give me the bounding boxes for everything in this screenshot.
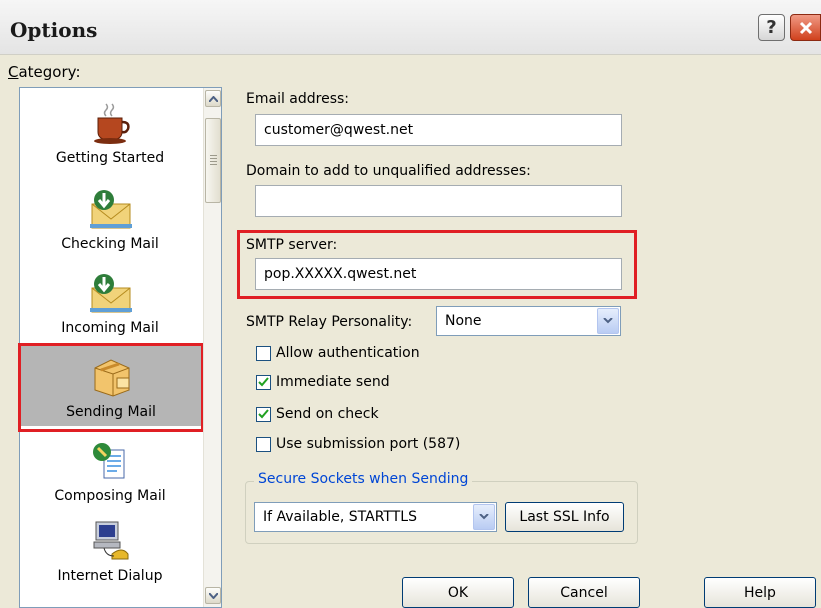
use-submission-port-checkbox[interactable]: Use submission port (587) (256, 436, 460, 452)
checkbox-box[interactable] (256, 374, 271, 390)
category-item-checking-mail[interactable]: Checking Mail (20, 188, 200, 252)
category-item-label: Checking Mail (61, 236, 159, 252)
chevron-down-icon (479, 514, 489, 520)
category-item-getting-started[interactable]: Getting Started (20, 102, 200, 166)
allow-authentication-checkbox[interactable]: Allow authentication (256, 345, 420, 361)
package-icon (94, 359, 130, 397)
category-item-sending-mail[interactable]: Sending Mail (21, 346, 201, 426)
ssl-group-title: Secure Sockets when Sending (254, 471, 473, 487)
help-icon: ? (766, 17, 777, 38)
category-label: Category: (8, 63, 81, 81)
relay-personality-select[interactable]: None (436, 306, 621, 336)
category-item-label: Internet Dialup (57, 568, 163, 584)
category-item-composing-mail[interactable]: Composing Mail (20, 440, 200, 504)
category-item-label: Incoming Mail (61, 320, 159, 336)
domain-field[interactable] (255, 185, 622, 217)
ok-button[interactable]: OK (402, 577, 514, 608)
scroll-down-button[interactable] (205, 587, 221, 604)
envelope-down-arrow-icon (90, 274, 132, 313)
checkbox-label: Allow authentication (276, 345, 420, 361)
checkbox-box[interactable] (256, 345, 271, 361)
ssl-mode-value: If Available, STARTTLS (263, 509, 417, 525)
checkmark-icon (258, 377, 269, 387)
coffee-cup-icon (94, 103, 130, 144)
scroll-thumb[interactable] (205, 118, 221, 203)
category-scrollbar[interactable] (203, 88, 221, 607)
window-title: Options (10, 18, 98, 42)
category-item-label: Getting Started (55, 150, 165, 166)
help-button[interactable]: Help (704, 577, 816, 608)
checkbox-label: Immediate send (276, 374, 390, 390)
cancel-button[interactable]: Cancel (528, 577, 640, 608)
category-item-internet-dialup[interactable]: Internet Dialup (20, 520, 200, 584)
chevron-down-icon (208, 592, 218, 599)
category-item-incoming-mail[interactable]: Incoming Mail (20, 272, 200, 336)
send-on-check-checkbox[interactable]: Send on check (256, 406, 379, 422)
immediate-send-checkbox[interactable]: Immediate send (256, 374, 390, 390)
category-item-label: Composing Mail (54, 488, 166, 504)
title-bar: Options ? (0, 0, 821, 55)
relay-personality-value: None (445, 313, 482, 329)
close-icon (799, 21, 812, 34)
relay-personality-label: SMTP Relay Personality: (246, 314, 413, 330)
smtp-server-field[interactable]: pop.XXXXX.qwest.net (255, 258, 622, 290)
chevron-down-icon (603, 318, 613, 324)
ssl-mode-select[interactable]: If Available, STARTTLS (254, 502, 497, 532)
computer-phone-icon (93, 521, 129, 560)
dropdown-arrow[interactable] (597, 308, 619, 334)
email-address-label: Email address: (246, 91, 350, 107)
smtp-server-label: SMTP server: (246, 237, 338, 253)
checkbox-box[interactable] (256, 436, 271, 452)
checkbox-label: Send on check (276, 406, 379, 422)
scroll-up-button[interactable] (205, 90, 221, 107)
checkbox-box[interactable] (256, 406, 271, 422)
help-title-button[interactable]: ? (758, 14, 785, 41)
domain-label: Domain to add to unqualified addresses: (246, 163, 531, 179)
checkmark-icon (258, 409, 269, 419)
envelope-down-arrow-icon (90, 190, 132, 229)
close-button[interactable] (790, 14, 821, 41)
compose-page-icon (93, 443, 125, 479)
chevron-up-icon (208, 95, 218, 102)
email-address-field[interactable]: customer@qwest.net (255, 114, 622, 146)
category-list[interactable]: Getting Started Checking Mail Incoming M… (19, 87, 222, 608)
category-item-label: Sending Mail (66, 404, 156, 420)
checkbox-label: Use submission port (587) (276, 436, 461, 452)
last-ssl-info-button[interactable]: Last SSL Info (505, 502, 624, 532)
dropdown-arrow[interactable] (473, 504, 495, 530)
